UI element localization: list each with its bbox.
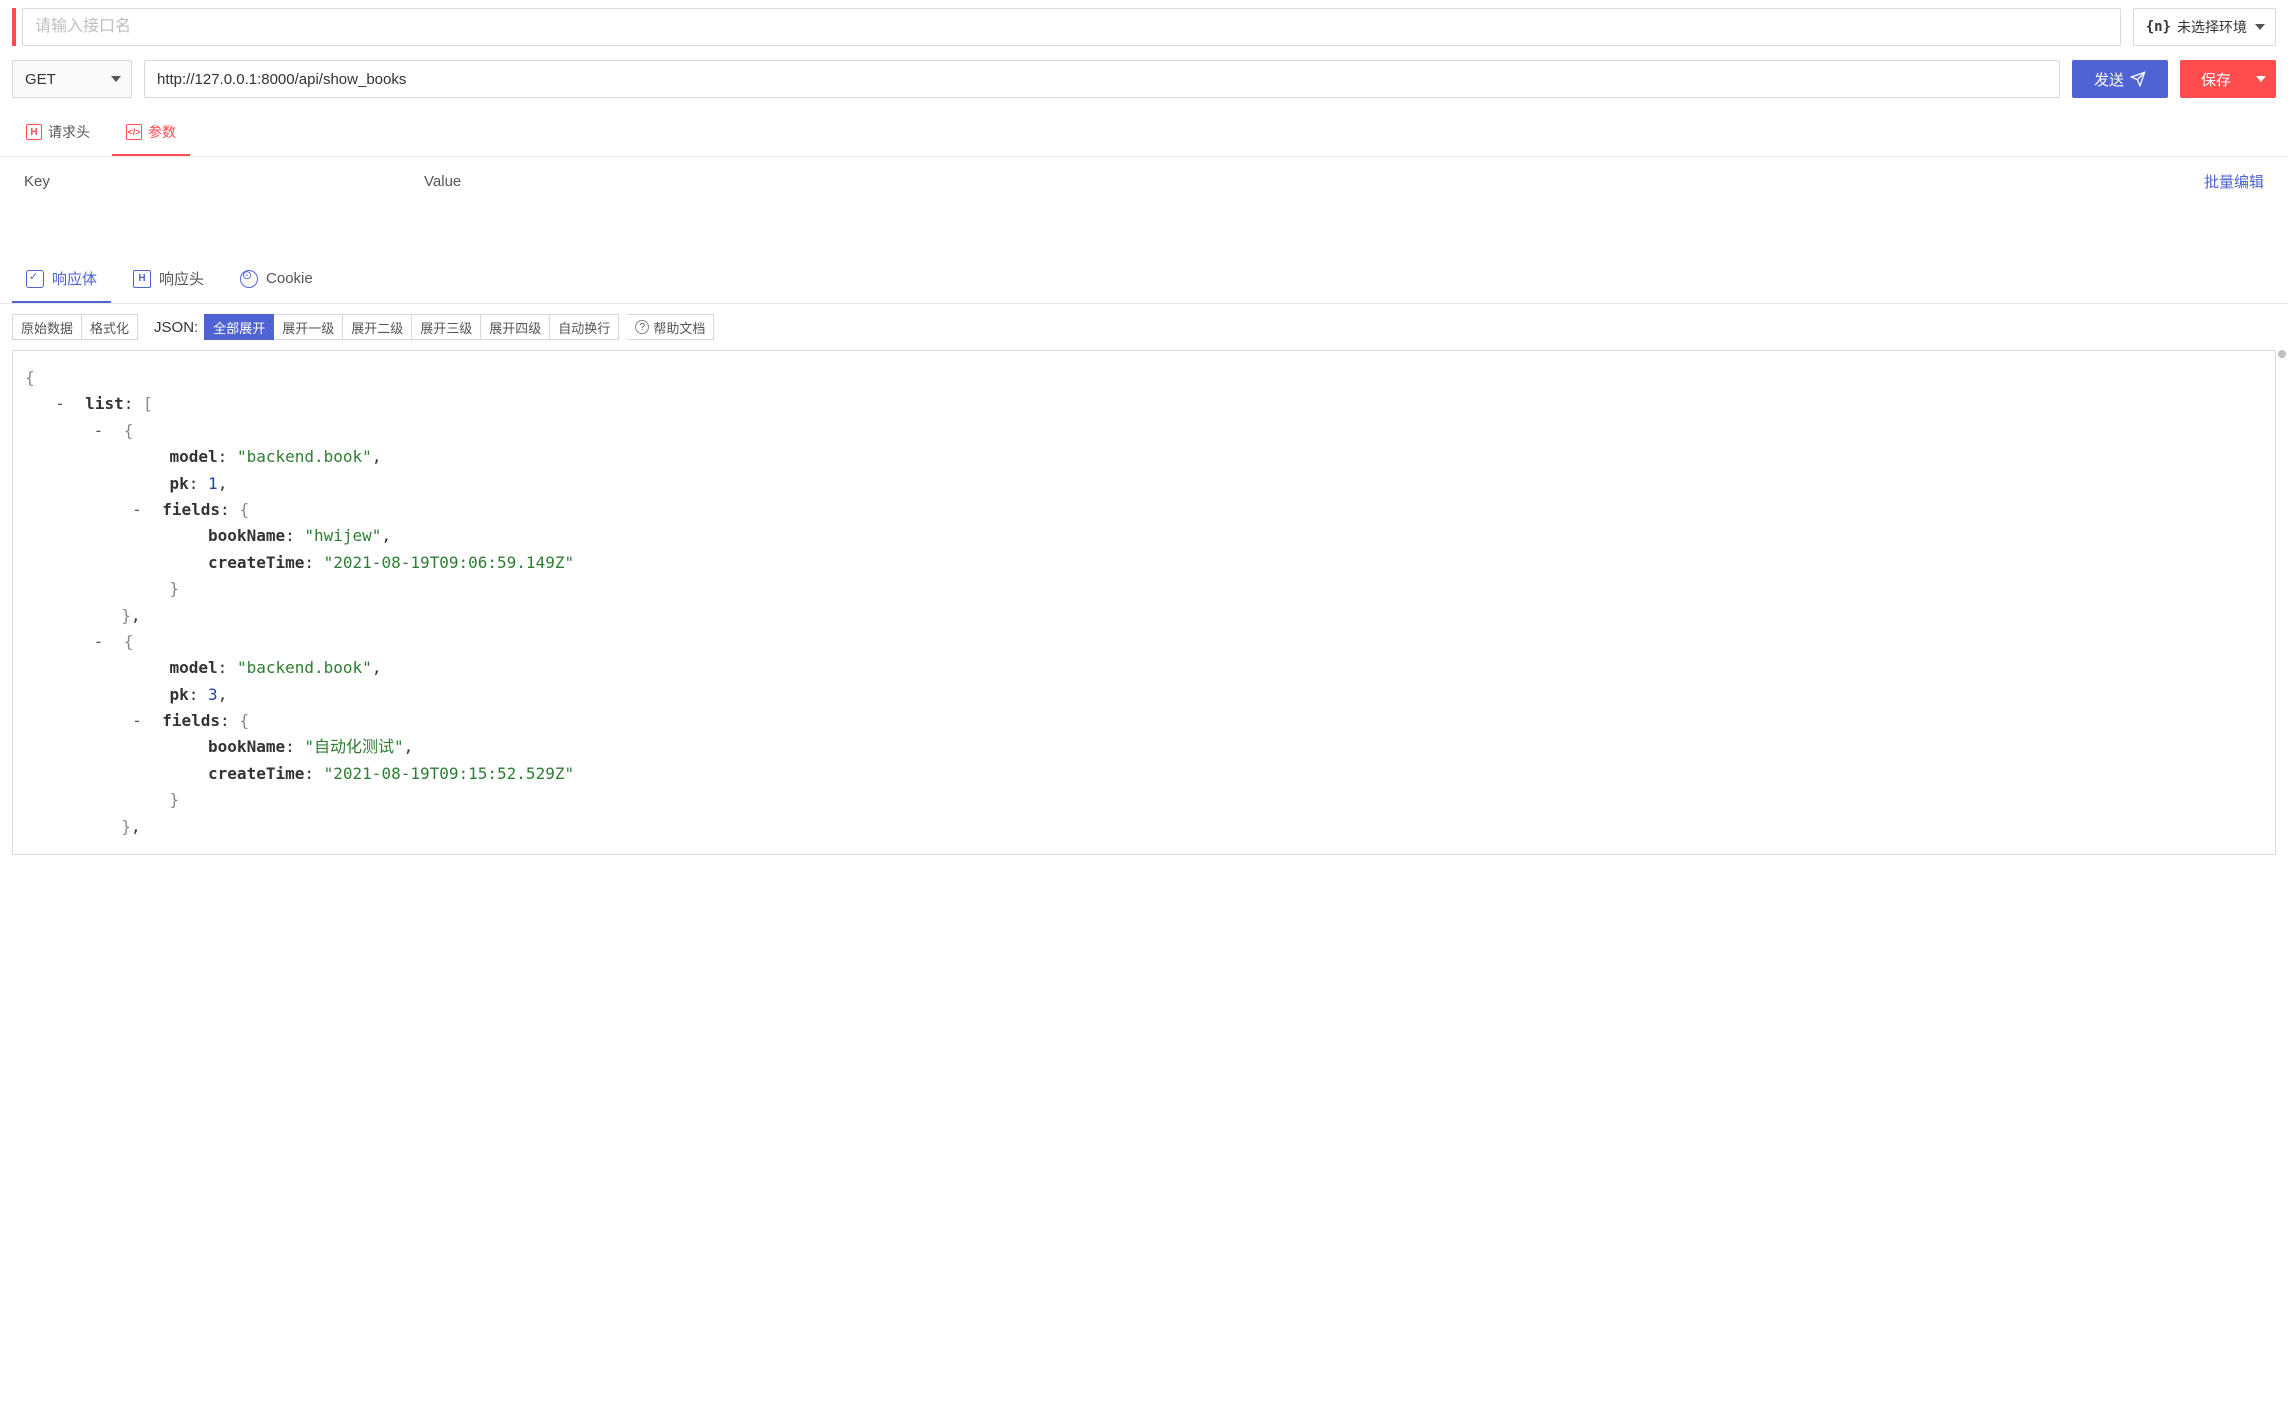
expand-level1-button[interactable]: 展开一级 [274, 314, 343, 340]
brace-icon: {n} [2146, 19, 2171, 35]
params-empty-area[interactable] [0, 206, 2288, 236]
params-icon: </> [126, 124, 142, 140]
send-icon [2130, 71, 2146, 87]
help-docs-button[interactable]: ? 帮助文档 [627, 314, 714, 340]
expand-level2-button[interactable]: 展开二级 [343, 314, 412, 340]
format-button[interactable]: 格式化 [82, 314, 138, 340]
response-body-viewer[interactable]: { - list: [ - { model: "backend.book", p… [12, 350, 2276, 855]
cookie-icon [240, 270, 258, 288]
json-label: JSON: [154, 319, 198, 336]
save-label: 保存 [2201, 69, 2231, 90]
scrollbar-track[interactable] [2276, 350, 2286, 855]
expand-level3-button[interactable]: 展开三级 [412, 314, 481, 340]
question-icon: ? [635, 320, 649, 334]
url-input[interactable] [144, 60, 2060, 98]
expand-all-button[interactable]: 全部展开 [204, 314, 274, 340]
headers-icon: H [26, 124, 42, 140]
tab-response-body[interactable]: 响应体 [12, 256, 111, 303]
chevron-down-icon [2256, 76, 2266, 82]
tab-label: 响应体 [52, 268, 97, 289]
send-label: 发送 [2094, 69, 2124, 90]
tab-label: 参数 [148, 122, 176, 142]
chevron-down-icon [2255, 24, 2265, 30]
tab-request-headers[interactable]: H 请求头 [12, 110, 104, 156]
expand-level4-button[interactable]: 展开四级 [481, 314, 550, 340]
environment-select[interactable]: {n} 未选择环境 [2133, 8, 2276, 46]
save-button[interactable]: 保存 [2180, 60, 2276, 98]
headers-icon: H [133, 270, 151, 288]
tab-response-cookie[interactable]: Cookie [226, 256, 327, 303]
scrollbar-thumb[interactable] [2278, 350, 2286, 358]
raw-data-button[interactable]: 原始数据 [12, 314, 82, 340]
environment-label: 未选择环境 [2177, 17, 2247, 37]
batch-edit-link[interactable]: 批量编辑 [2204, 171, 2264, 192]
accent-stripe [12, 8, 16, 46]
column-header-key: Key [24, 173, 424, 190]
chevron-down-icon [111, 76, 121, 82]
auto-wrap-button[interactable]: 自动换行 [550, 314, 619, 340]
help-label: 帮助文档 [653, 318, 705, 337]
tab-response-headers[interactable]: H 响应头 [119, 256, 218, 303]
tab-label: 请求头 [48, 122, 90, 142]
http-method-select[interactable]: GET [12, 60, 132, 98]
send-button[interactable]: 发送 [2072, 60, 2168, 98]
tab-label: Cookie [266, 270, 313, 287]
check-box-icon [26, 270, 44, 288]
tab-label: 响应头 [159, 268, 204, 289]
column-header-value: Value [424, 173, 2204, 190]
http-method-value: GET [25, 71, 56, 88]
api-name-input[interactable] [22, 8, 2121, 46]
tab-request-params[interactable]: </> 参数 [112, 110, 190, 156]
